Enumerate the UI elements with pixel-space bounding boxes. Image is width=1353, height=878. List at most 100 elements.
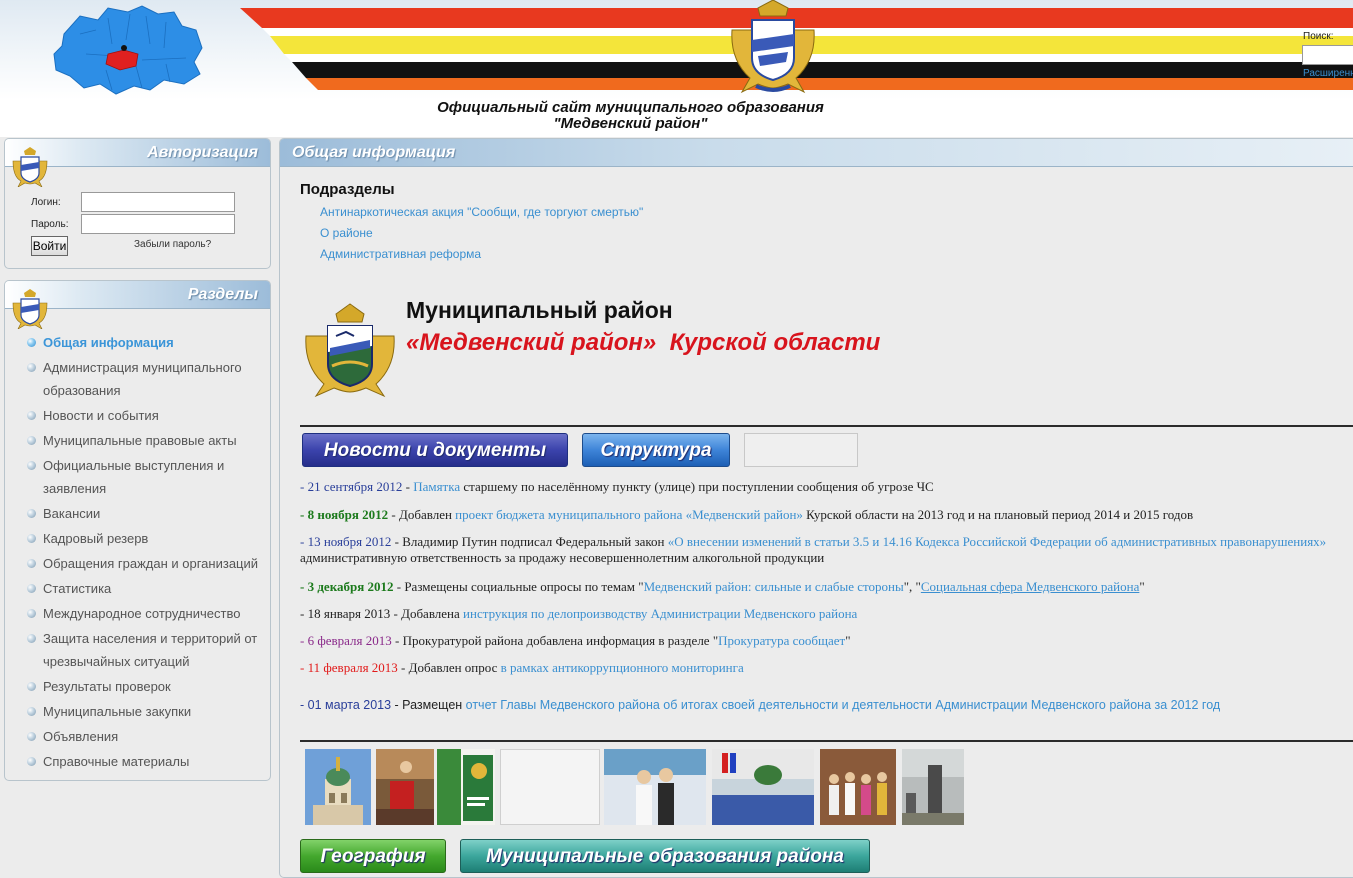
news-item: - 13 ноября 2012 - Владимир Путин подпис… (300, 534, 1327, 565)
section-item-legal-acts[interactable]: Муниципальные правовые акты (25, 429, 265, 452)
section-item-administration[interactable]: Администрация муниципального образования (25, 356, 265, 402)
auth-coat-of-arms-icon (12, 147, 48, 187)
wedding-photo[interactable] (604, 749, 706, 825)
section-item-international[interactable]: Международное сотрудничество (25, 602, 265, 625)
divider (300, 425, 1353, 427)
login-field[interactable] (81, 192, 235, 212)
bullet-icon (27, 732, 36, 741)
section-item-label: Международное сотрудничество (43, 606, 241, 621)
church-photo[interactable] (305, 749, 371, 825)
news-link[interactable]: отчет Главы Медвенского района об итогах… (466, 698, 1221, 712)
group-photo[interactable] (820, 749, 896, 825)
auth-panel: Авторизация Логин: Пароль: Войти Забыли … (4, 138, 271, 269)
news-text: - Владимир Путин подписал Федеральный за… (391, 534, 668, 549)
blank-photo[interactable] (500, 749, 600, 825)
news-text: старшему по населённому пункту (улице) п… (460, 479, 934, 494)
bullet-icon (27, 411, 36, 420)
news-text: ", " (903, 579, 921, 594)
section-item-emergency-protection[interactable]: Защита населения и территорий от чрезвыч… (25, 627, 265, 673)
bullet-icon (27, 584, 36, 593)
bullet-icon (27, 338, 36, 347)
password-field[interactable] (81, 214, 235, 234)
bullet-icon (27, 461, 36, 470)
main-panel-title: Общая информация (292, 144, 456, 161)
login-button[interactable]: Войти (31, 236, 68, 256)
forgot-password-link[interactable]: Забыли пароль? (134, 239, 211, 250)
subsection-link-about[interactable]: О районе (320, 226, 373, 240)
header-coat-of-arms-icon (731, 0, 815, 94)
tab-municipalities[interactable]: Муниципальные образования района (460, 839, 870, 873)
main-panel-header: Общая информация (280, 139, 1353, 167)
section-item-news[interactable]: Новости и события (25, 404, 265, 427)
section-item-procurement[interactable]: Муниципальные закупки (25, 700, 265, 723)
section-item-label: Администрация муниципального образования (43, 360, 242, 398)
section-item-label: Статистика (43, 581, 112, 596)
news-item: - 3 декабря 2012 - Размещены социальные … (300, 579, 1145, 594)
section-item-label: Общая информация (43, 335, 174, 350)
news-text: " (1139, 579, 1145, 594)
sections-panel: Разделы Общая информация Администрация м… (4, 280, 271, 781)
login-label: Логин: (31, 197, 61, 208)
ceremony-photo[interactable] (376, 749, 434, 825)
monument-photo[interactable] (902, 749, 964, 825)
news-date: 21 сентября 2012 (307, 479, 403, 494)
section-item-label: Новости и события (43, 408, 159, 423)
news-item: - 8 ноября 2012 - Добавлен проект бюджет… (300, 507, 1194, 522)
section-item-statements[interactable]: Официальные выступления и заявления (25, 454, 265, 500)
section-item-label: Вакансии (43, 506, 101, 521)
news-text: - Добавлена (390, 606, 464, 621)
tab-news-documents[interactable]: Новости и документы (302, 433, 568, 467)
bullet-icon (27, 534, 36, 543)
news-link[interactable]: Социальная сфера Медвенского района (921, 579, 1140, 594)
news-item: - 01 марта 2013 - Размещен отчет Главы М… (300, 698, 1221, 712)
sections-coat-of-arms-icon (12, 289, 48, 329)
subsection-link-reform[interactable]: Административная реформа (320, 247, 481, 261)
tab-geography[interactable]: География (300, 839, 446, 873)
advanced-search-link[interactable]: Расширенный поиск (1303, 68, 1353, 79)
news-date: 6 февраля 2013 (307, 633, 392, 648)
search-label: Поиск: (1303, 31, 1334, 42)
news-link[interactable]: Памятка (413, 479, 460, 494)
section-item-inspection-results[interactable]: Результаты проверок (25, 675, 265, 698)
password-label: Пароль: (31, 219, 69, 230)
kursk-region-map-icon[interactable] (46, 4, 206, 96)
site-title-line2: "Медвенский район" (553, 115, 708, 132)
news-text: - Прокуратурой района добавлена информац… (391, 633, 719, 648)
section-item-general-info[interactable]: Общая информация (25, 331, 265, 354)
news-link[interactable]: инструкция по делопроизводству Администр… (463, 606, 857, 621)
section-item-label: Результаты проверок (43, 679, 171, 694)
section-item-vacancies[interactable]: Вакансии (25, 502, 265, 525)
bullet-icon (27, 682, 36, 691)
news-date: 11 февраля 2013 (307, 660, 398, 675)
section-item-appeals[interactable]: Обращения граждан и организаций (25, 552, 265, 575)
news-date: 8 ноября 2012 (307, 507, 389, 522)
bullet-icon (27, 634, 36, 643)
news-link[interactable]: проект бюджета муниципального района «Ме… (455, 507, 803, 522)
news-date: 01 марта 2013 (307, 698, 392, 712)
sections-panel-title: Разделы (187, 286, 258, 303)
search-input[interactable] (1302, 45, 1353, 65)
news-text: Добавлен (398, 507, 456, 522)
section-item-label: Муниципальные закупки (43, 704, 192, 719)
subsection-link-antidrug[interactable]: Антинаркотическая акция "Сообщи, где тор… (320, 205, 643, 219)
news-item: - 21 сентября 2012 - Памятка старшему по… (300, 479, 934, 494)
news-link[interactable]: «О внесении изменений в статьи 3.5 и 14.… (668, 534, 1326, 549)
site-title-line1: Официальный сайт муниципального образова… (437, 99, 824, 116)
tab-empty[interactable] (744, 433, 858, 467)
news-link[interactable]: Медвенский район: сильные и слабые сторо… (644, 579, 904, 594)
news-link[interactable]: в рамках антикоррупционного мониторинга (501, 660, 744, 675)
section-item-reference[interactable]: Справочные материалы (25, 750, 265, 773)
booklet-photo[interactable] (437, 749, 495, 825)
meeting-photo[interactable] (712, 749, 814, 825)
news-date: 13 ноября 2012 (307, 534, 392, 549)
site-header: Официальный сайт муниципального образова… (0, 0, 1353, 137)
section-item-personnel-reserve[interactable]: Кадровый резерв (25, 527, 265, 550)
tab-structure[interactable]: Структура (582, 433, 730, 467)
bullet-icon (27, 559, 36, 568)
news-item: - 18 января 2013 - Добавлена инструкция … (300, 606, 858, 621)
news-link[interactable]: Прокуратура сообщает (718, 633, 845, 648)
section-item-announcements[interactable]: Объявления (25, 725, 265, 748)
news-text: " (845, 633, 851, 648)
news-item: - 11 февраля 2013 - Добавлен опрос в рам… (300, 660, 744, 675)
section-item-statistics[interactable]: Статистика (25, 577, 265, 600)
